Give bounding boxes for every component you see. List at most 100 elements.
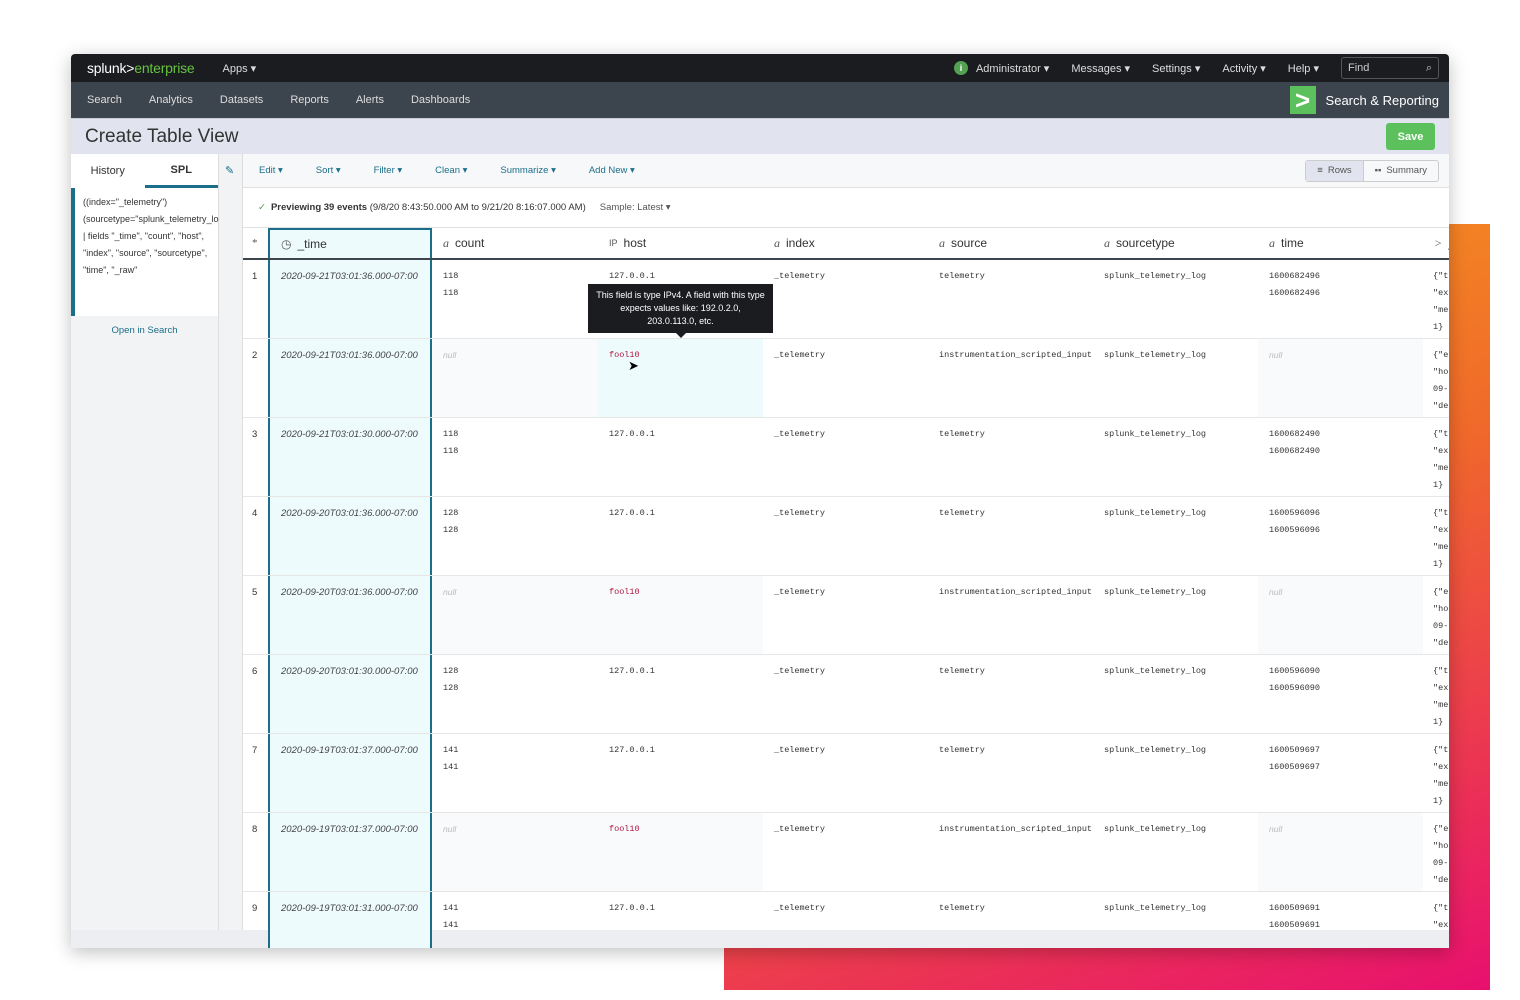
administrator-menu[interactable]: Administrator ▾ xyxy=(976,62,1049,75)
cell-host[interactable]: 127.0.0.1 xyxy=(598,418,763,496)
cell-count[interactable]: 141 141 xyxy=(432,892,598,948)
cell-time[interactable]: 2020-09-21T03:01:36.000-07:00 xyxy=(268,260,432,338)
cell-raw[interactable]: {"t "ex "me 1} xyxy=(1423,655,1449,733)
cell-raw[interactable]: {"t "ex "me 1} xyxy=(1423,734,1449,812)
spl-query[interactable]: ((index="_telemetry") (sourcetype="splun… xyxy=(71,188,233,316)
cell-sourcetype[interactable]: splunk_telemetry_log xyxy=(1093,260,1258,338)
cell-host[interactable]: fool10 xyxy=(598,339,763,417)
row-number[interactable]: 8 xyxy=(243,813,268,891)
cell-raw[interactable]: {"t "ex "me 1} xyxy=(1423,260,1449,338)
cell-source[interactable]: instrumentation_scripted_input xyxy=(928,813,1093,891)
column-header-[interactable]: >_ xyxy=(1423,228,1449,258)
column-header-select-all[interactable]: * xyxy=(243,228,268,258)
cell-source[interactable]: telemetry xyxy=(928,418,1093,496)
cell-index[interactable]: _telemetry xyxy=(763,576,928,654)
cell-sourcetype[interactable]: splunk_telemetry_log xyxy=(1093,576,1258,654)
column-header-host[interactable]: IP host xyxy=(598,228,763,258)
cell-index[interactable]: _telemetry xyxy=(763,260,928,338)
cell-count[interactable]: null xyxy=(432,576,598,654)
cell-time[interactable]: 2020-09-20T03:01:36.000-07:00 xyxy=(268,576,432,654)
cell-raw[interactable]: {"e "ho 09- "de xyxy=(1423,576,1449,654)
cell-host[interactable]: fool10 xyxy=(598,813,763,891)
cell-source[interactable]: telemetry xyxy=(928,892,1093,948)
nav-dashboards[interactable]: Dashboards xyxy=(411,94,470,106)
nav-datasets[interactable]: Datasets xyxy=(220,94,263,106)
tab-spl[interactable]: SPL xyxy=(144,154,218,188)
nav-alerts[interactable]: Alerts xyxy=(356,94,384,106)
pencil-icon[interactable]: ✎ xyxy=(225,164,234,177)
cell-raw[interactable]: {"t "ex "me 1} xyxy=(1423,418,1449,496)
row-number[interactable]: 5 xyxy=(243,576,268,654)
column-header-time[interactable]: ◷ _time xyxy=(268,228,432,258)
cell-sourcetype[interactable]: splunk_telemetry_log xyxy=(1093,418,1258,496)
filter-menu[interactable]: Filter ▾ xyxy=(374,165,403,176)
cell-sourcetype[interactable]: splunk_telemetry_log xyxy=(1093,734,1258,812)
column-header-count[interactable]: a count xyxy=(432,228,598,258)
clean-menu[interactable]: Clean ▾ xyxy=(435,165,467,176)
cell-count[interactable]: 128 128 xyxy=(432,655,598,733)
summarize-menu[interactable]: Summarize ▾ xyxy=(500,165,555,176)
apps-menu[interactable]: Apps ▾ xyxy=(223,62,257,75)
row-number[interactable]: 3 xyxy=(243,418,268,496)
cell-raw[interactable]: {"e "ho 09- "de xyxy=(1423,339,1449,417)
cell-index[interactable]: _telemetry xyxy=(763,497,928,575)
column-header-sourcetype[interactable]: a sourcetype xyxy=(1093,228,1258,258)
messages-menu[interactable]: Messages ▾ xyxy=(1071,62,1130,75)
cell-time-field[interactable]: 1600682496 1600682496 xyxy=(1258,260,1423,338)
info-icon[interactable]: i xyxy=(953,61,968,75)
cell-count[interactable]: null xyxy=(432,339,598,417)
cell-raw[interactable]: {"t "ex "me 1} xyxy=(1423,497,1449,575)
cell-raw[interactable]: {"e "ho 09- "de xyxy=(1423,813,1449,891)
cell-time[interactable]: 2020-09-20T03:01:30.000-07:00 xyxy=(268,655,432,733)
cell-index[interactable]: _telemetry xyxy=(763,734,928,812)
cell-host[interactable]: 127.0.0.1 xyxy=(598,892,763,948)
splunk-logo[interactable]: splunk>enterprise xyxy=(87,60,195,76)
cell-time[interactable]: 2020-09-19T03:01:37.000-07:00 xyxy=(268,734,432,812)
cell-index[interactable]: _telemetry xyxy=(763,418,928,496)
sample-dropdown[interactable]: Sample: Latest ▾ xyxy=(600,202,671,213)
cell-time[interactable]: 2020-09-21T03:01:36.000-07:00 xyxy=(268,339,432,417)
nav-analytics[interactable]: Analytics xyxy=(149,94,193,106)
cell-host[interactable]: 127.0.0.1 xyxy=(598,655,763,733)
row-number[interactable]: 9 xyxy=(243,892,268,948)
cell-host[interactable]: 127.0.0.1 xyxy=(598,497,763,575)
open-in-search-link[interactable]: Open in Search xyxy=(71,325,218,336)
cell-count[interactable]: 118 118 xyxy=(432,260,598,338)
column-header-time[interactable]: a time xyxy=(1258,228,1423,258)
cell-host[interactable]: 127.0.0.1 xyxy=(598,734,763,812)
cell-count[interactable]: 128 128 xyxy=(432,497,598,575)
cell-count[interactable]: 141 141 xyxy=(432,734,598,812)
row-number[interactable]: 1 xyxy=(243,260,268,338)
cell-time[interactable]: 2020-09-21T03:01:30.000-07:00 xyxy=(268,418,432,496)
help-menu[interactable]: Help ▾ xyxy=(1288,62,1319,75)
cell-time-field[interactable]: 1600596090 1600596090 xyxy=(1258,655,1423,733)
cell-source[interactable]: instrumentation_scripted_input xyxy=(928,576,1093,654)
cell-time-field[interactable]: 1600509691 1600509691 xyxy=(1258,892,1423,948)
activity-menu[interactable]: Activity ▾ xyxy=(1222,62,1265,75)
cell-index[interactable]: _telemetry xyxy=(763,813,928,891)
cell-count[interactable]: null xyxy=(432,813,598,891)
column-header-index[interactable]: a index xyxy=(763,228,928,258)
cell-time-field[interactable]: null xyxy=(1258,576,1423,654)
cell-sourcetype[interactable]: splunk_telemetry_log xyxy=(1093,892,1258,948)
cell-sourcetype[interactable]: splunk_telemetry_log xyxy=(1093,655,1258,733)
cell-sourcetype[interactable]: splunk_telemetry_log xyxy=(1093,813,1258,891)
cell-count[interactable]: 118 118 xyxy=(432,418,598,496)
add-new-menu[interactable]: Add New ▾ xyxy=(589,165,635,176)
rows-button[interactable]: ≡ Rows xyxy=(1306,160,1364,181)
cell-host[interactable]: fool10 xyxy=(598,576,763,654)
row-number[interactable]: 6 xyxy=(243,655,268,733)
cell-raw[interactable]: {"t "ex xyxy=(1423,892,1449,948)
cell-time-field[interactable]: null xyxy=(1258,813,1423,891)
cell-source[interactable]: instrumentation_scripted_input xyxy=(928,339,1093,417)
cell-sourcetype[interactable]: splunk_telemetry_log xyxy=(1093,339,1258,417)
save-button[interactable]: Save xyxy=(1386,123,1435,150)
cell-time[interactable]: 2020-09-20T03:01:36.000-07:00 xyxy=(268,497,432,575)
sort-menu[interactable]: Sort ▾ xyxy=(316,165,341,176)
cell-index[interactable]: _telemetry xyxy=(763,655,928,733)
cell-time-field[interactable]: null xyxy=(1258,339,1423,417)
nav-search[interactable]: Search xyxy=(87,94,122,106)
row-number[interactable]: 2 xyxy=(243,339,268,417)
cell-time[interactable]: 2020-09-19T03:01:37.000-07:00 xyxy=(268,813,432,891)
cell-index[interactable]: _telemetry xyxy=(763,339,928,417)
